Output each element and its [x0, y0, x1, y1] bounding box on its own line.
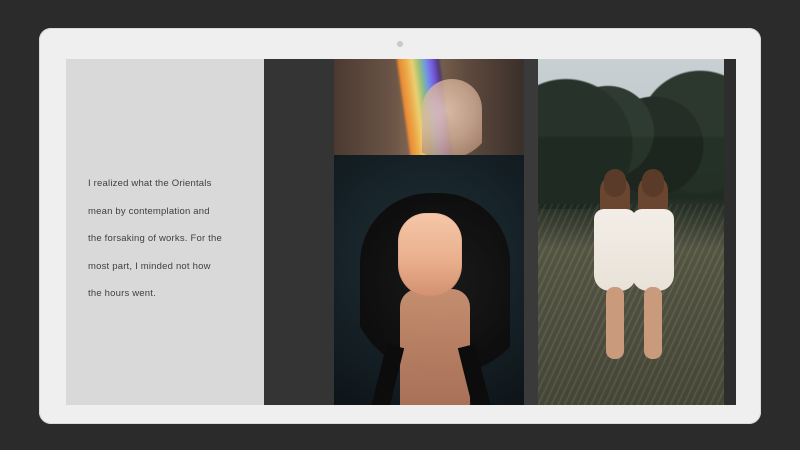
woman-face-photo: [334, 155, 524, 405]
girl-right-dress: [632, 209, 674, 291]
face-shape: [398, 213, 462, 297]
girl-right-head: [642, 169, 664, 197]
girl-right: [630, 169, 676, 359]
two-girls-field-photo: [538, 59, 724, 405]
quote-line-3: the forsaking of works. For the: [88, 233, 222, 244]
girl-left-legs: [606, 287, 624, 359]
quote-line-1: I realized what the Orientals: [88, 178, 212, 189]
quote-text: I realized what the Orientals mean by co…: [88, 177, 258, 315]
quote-line-4: most part, I minded not how: [88, 260, 211, 272]
hand-rainbow-photo: [334, 59, 524, 155]
right-edge-bar: [724, 59, 736, 405]
tablet-frame: I realized what the Orientals mean by co…: [39, 28, 761, 424]
hand-shape: [422, 79, 482, 155]
dark-gutter: [264, 59, 334, 405]
girl-left-head: [604, 169, 626, 197]
quote-line-5: the hours went.: [88, 288, 156, 299]
quote-panel: I realized what the Orientals mean by co…: [66, 59, 264, 405]
quote-line-2: mean by contemplation and: [88, 205, 210, 217]
camera-dot: [397, 41, 403, 47]
girl-right-legs: [644, 287, 662, 359]
slide-screen: I realized what the Orientals mean by co…: [66, 59, 736, 405]
